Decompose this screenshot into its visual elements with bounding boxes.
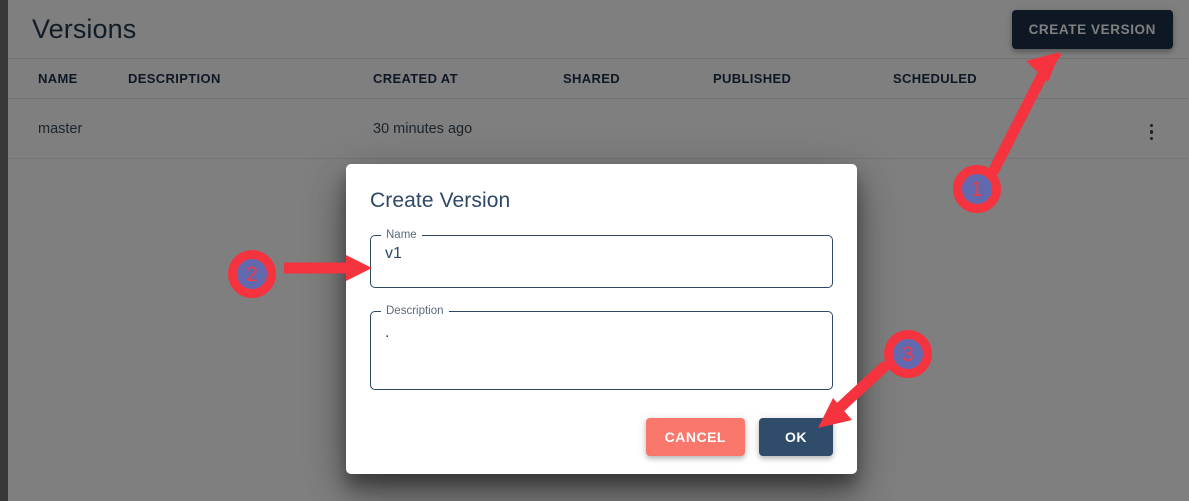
dialog-title: Create Version: [370, 189, 511, 212]
name-input[interactable]: [371, 241, 832, 279]
name-field-wrapper: Name: [370, 229, 833, 288]
ok-button[interactable]: OK: [759, 418, 833, 456]
cancel-button[interactable]: CANCEL: [645, 418, 745, 456]
name-field-label: Name: [386, 229, 417, 241]
description-field-label: Description: [386, 305, 444, 317]
description-field-outline: Description: [370, 305, 833, 390]
app-root: Versions CREATE VERSION NAME DESCRIPTION…: [0, 0, 1189, 501]
description-field-wrapper: Description: [370, 305, 833, 390]
create-version-dialog: Create Version Name Description CANCEL O…: [346, 164, 857, 474]
description-input[interactable]: [371, 317, 832, 376]
dialog-actions: CANCEL OK: [370, 408, 833, 460]
name-field-outline: Name: [370, 229, 833, 288]
